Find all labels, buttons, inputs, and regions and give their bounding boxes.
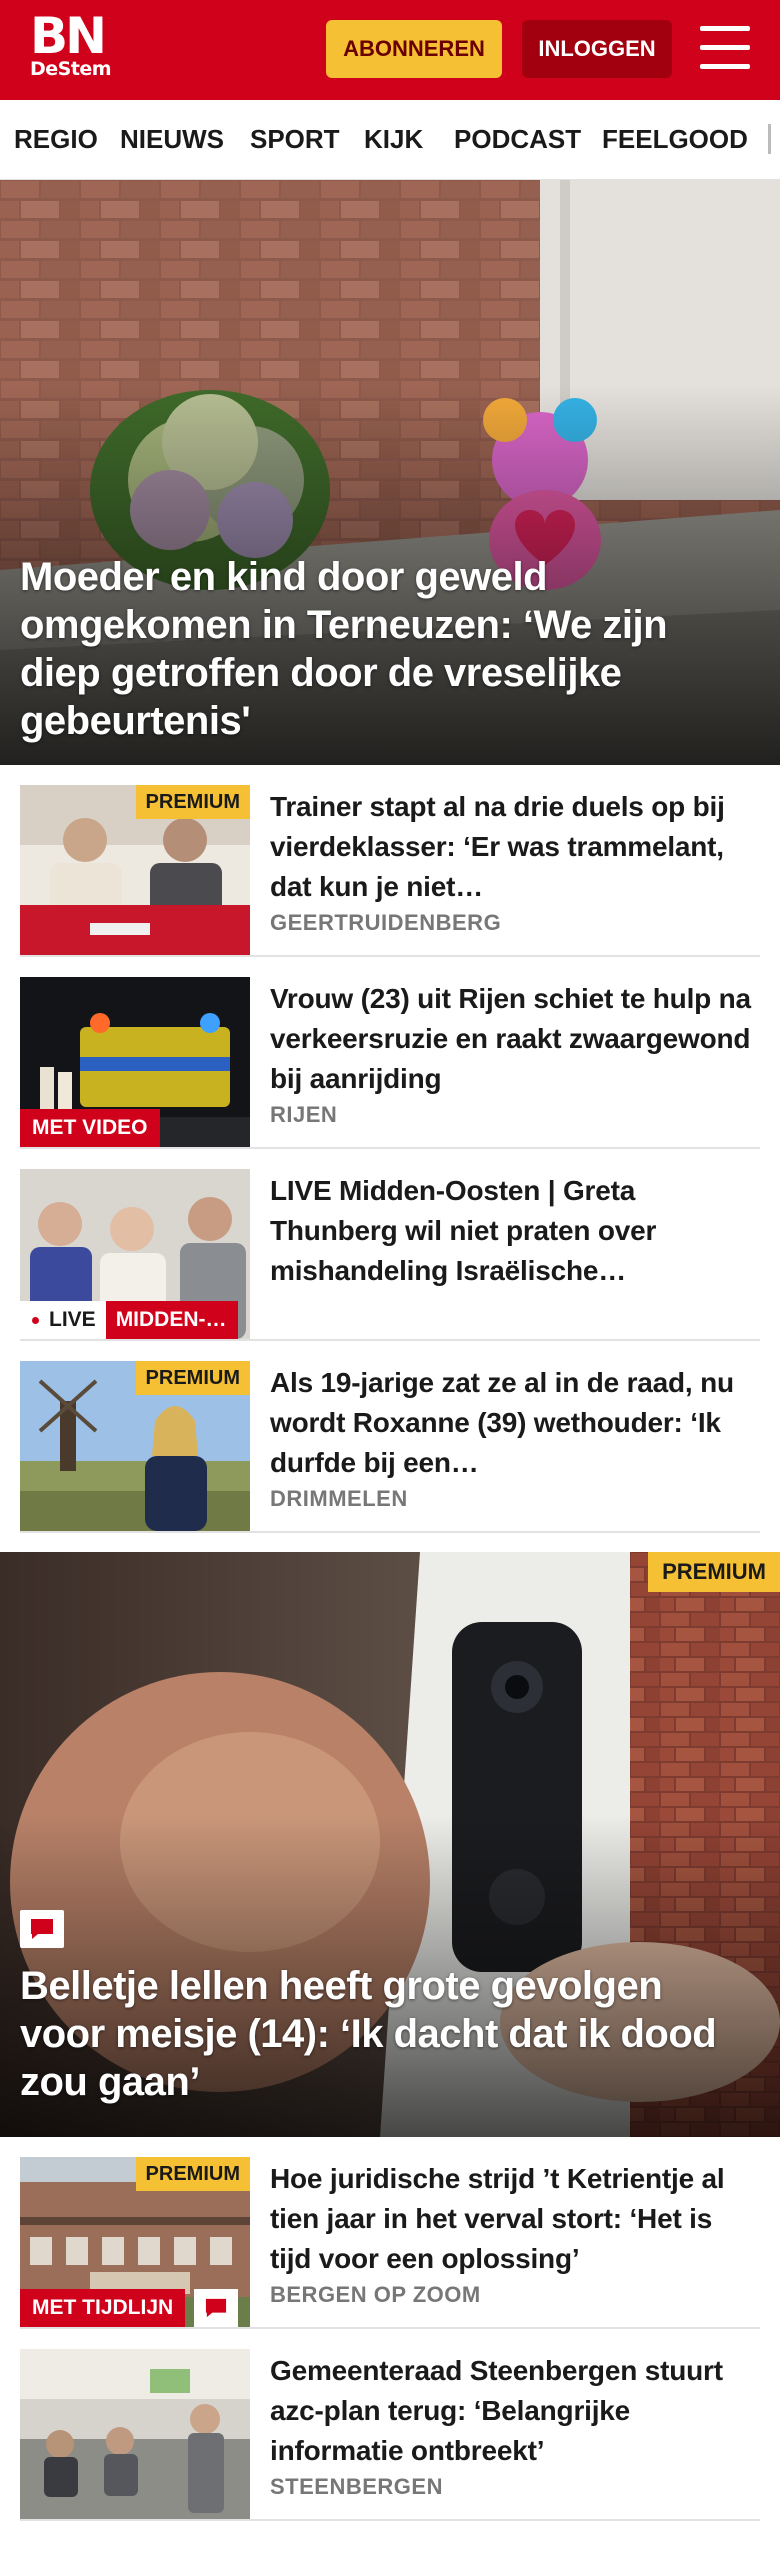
article-title[interactable]: Gemeenteraad Steenbergen stuurt azc-plan… [270,2351,760,2471]
article-title[interactable]: Als 19-jarige zat ze al in de raad, nu w… [270,1363,760,1483]
comment-icon [194,2289,238,2327]
article-title[interactable]: LIVE Midden-Oosten | Greta Thunberg wil … [270,1171,760,1291]
article-row[interactable]: Gemeenteraad Steenbergen stuurt azc-plan… [20,2329,760,2521]
premium-badge: PREMIUM [135,1361,250,1395]
premium-badge: PREMIUM [135,785,250,819]
article-location: GEERTRUIDENBERG [270,910,502,935]
article-row[interactable]: PREMIUM Trainer stapt al na drie duels o… [20,765,760,957]
article-location: BERGEN OP ZOOM [270,2282,481,2307]
article-row-live[interactable]: LIVE MIDDEN-… LIVE Midden-Oosten | Greta… [20,1149,760,1341]
main-navigation: REGIO NIEUWS SPORT KIJK PODCAST FEELGOOD [0,100,780,180]
hamburger-menu-icon[interactable] [700,26,750,70]
article-location: STEENBERGEN [270,2474,443,2499]
video-badge: MET VIDEO [20,1109,160,1147]
article-row[interactable]: MET VIDEO Vrouw (23) uit Rijen schiet te… [20,957,760,1149]
article-location: RIJEN [270,1102,338,1127]
article-thumbnail: PREMIUM [20,1361,250,1531]
live-label: LIVE [49,1308,96,1331]
article-thumbnail: PREMIUM [20,785,250,955]
subscribe-button[interactable]: ABONNEREN [326,20,502,78]
nav-item-sport[interactable]: SPORT [250,100,340,178]
login-button[interactable]: INLOGGEN [522,20,672,78]
article-row[interactable]: PREMIUM Als 19-jarige zat ze al in de ra… [20,1341,760,1533]
nav-overflow-indicator [768,124,771,154]
live-topic-label: MIDDEN-… [105,1301,238,1339]
hero-headline[interactable]: Moeder en kind door geweld omgekomen in … [20,553,750,745]
nav-item-podcast[interactable]: PODCAST [454,100,581,178]
live-dot-icon [32,1316,39,1324]
site-logo[interactable]: BN DeStem [30,7,112,80]
live-badge: LIVE MIDDEN-… [20,1301,238,1339]
article-title[interactable]: Hoe juridische strijd ’t Ketrientje al t… [270,2159,760,2279]
article-row[interactable]: PREMIUM MET TIJDLIJN Hoe juridische stri… [20,2137,760,2329]
article-thumbnail [20,2349,250,2519]
nav-item-regio[interactable]: REGIO [14,100,98,178]
hero-2-headline[interactable]: Belletje lellen heeft grote gevolgen voo… [20,1962,740,2106]
thumbnail-image [20,2349,250,2519]
article-thumbnail: LIVE MIDDEN-… [20,1169,250,1339]
premium-badge: PREMIUM [648,1552,780,1592]
nav-item-kijk[interactable]: KIJK [364,100,423,178]
article-title[interactable]: Vrouw (23) uit Rijen schiet te hulp na v… [270,979,760,1099]
logo-sub-text: DeStem [30,58,112,80]
premium-badge: PREMIUM [135,2157,250,2191]
article-title[interactable]: Trainer stapt al na drie duels op bij vi… [270,787,760,907]
article-thumbnail: PREMIUM MET TIJDLIJN [20,2157,250,2327]
logo-main-text: BN [30,7,107,65]
live-indicator: LIVE [20,1301,106,1339]
article-thumbnail: MET VIDEO [20,977,250,1147]
nav-item-nieuws[interactable]: NIEUWS [120,100,224,178]
hero-article[interactable]: Moeder en kind door geweld omgekomen in … [0,180,780,765]
site-header: BN DeStem ABONNEREN INLOGGEN [0,0,780,100]
article-location: DRIMMELEN [270,1486,408,1511]
nav-item-feelgood[interactable]: FEELGOOD [602,100,748,178]
comment-icon [20,1910,64,1948]
timeline-badge: MET TIJDLIJN [20,2289,186,2327]
